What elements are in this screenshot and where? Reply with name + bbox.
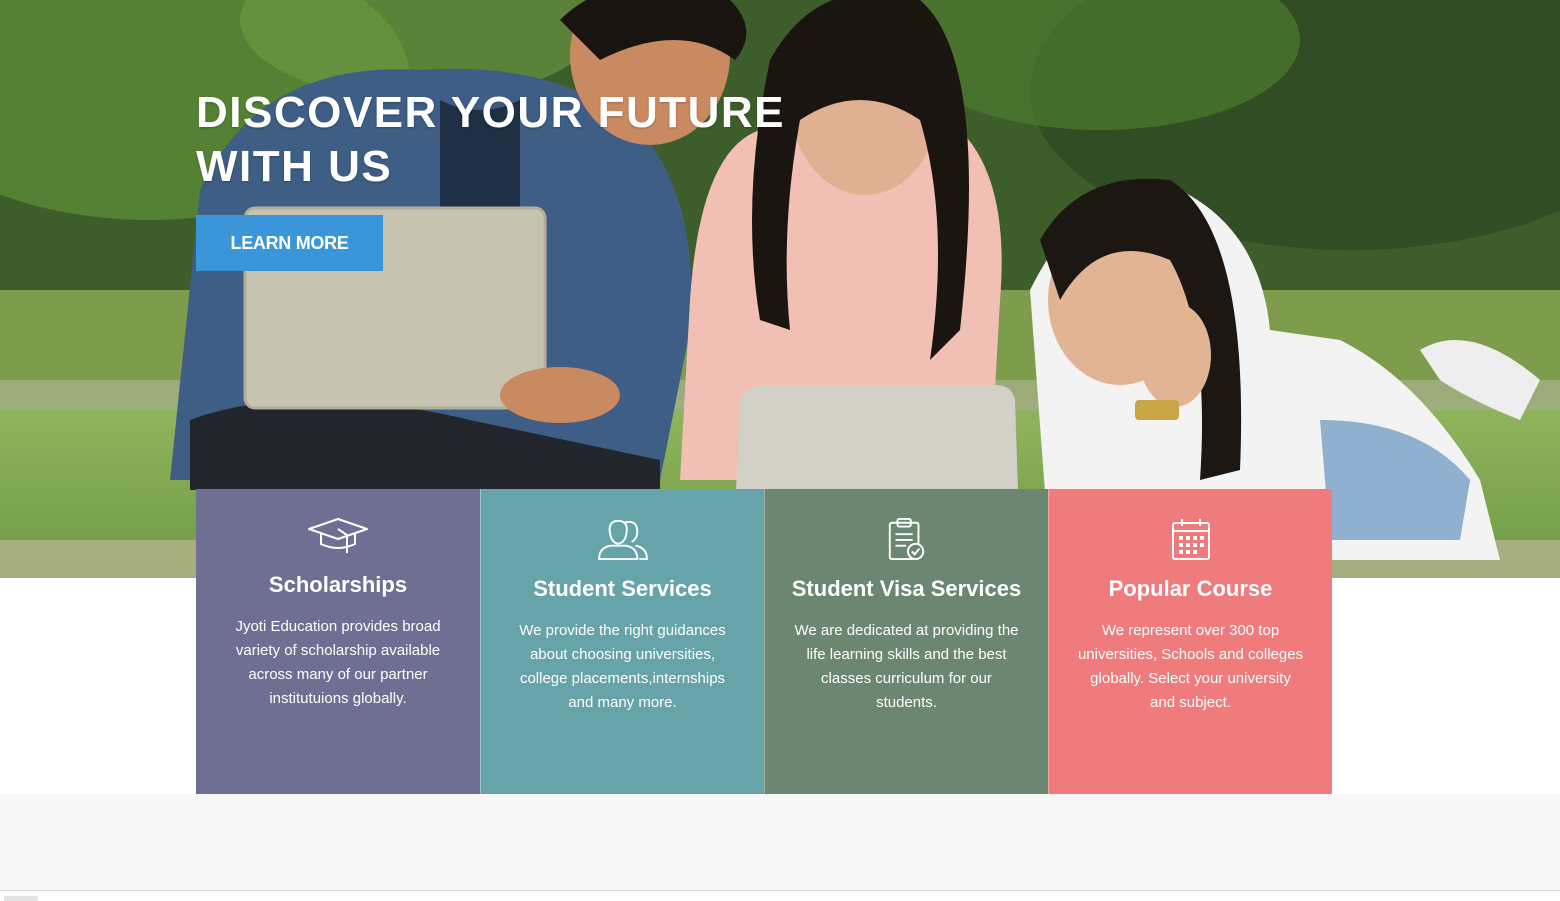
scroll-tab — [4, 896, 38, 901]
card-student-visa-services[interactable]: Student Visa Services We are dedicated a… — [764, 489, 1048, 794]
card-title: Popular Course — [1108, 576, 1273, 601]
lower-section — [0, 794, 1560, 890]
calendar-icon — [1171, 519, 1210, 560]
card-student-services[interactable]: Student Services We provide the right gu… — [480, 489, 764, 794]
hero-title-line2: WITH US — [196, 142, 393, 191]
divider — [0, 890, 1560, 891]
graduation-cap-icon — [308, 518, 368, 553]
card-popular-course[interactable]: Popular Course We represent over 300 top… — [1048, 489, 1332, 794]
card-text: We are dedicated at providing the life l… — [794, 622, 1019, 711]
card-scholarships[interactable]: Scholarships Jyoti Education provides br… — [196, 489, 480, 794]
clipboard-check-icon — [888, 517, 924, 561]
card-text: We provide the right guidances about cho… — [519, 622, 726, 711]
card-text: We represent over 300 top universities, … — [1077, 622, 1304, 711]
card-text: Jyoti Education provides broad variety o… — [235, 618, 441, 707]
card-title: Scholarships — [268, 572, 408, 597]
hero-title: DISCOVER YOUR FUTURE WITH US — [196, 86, 796, 194]
page: DISCOVER YOUR FUTURE WITH US LEARN MORE … — [0, 0, 1560, 901]
hero-title-line1: DISCOVER YOUR FUTURE — [196, 88, 786, 137]
users-icon — [597, 519, 648, 561]
card-title: Student Visa Services — [791, 576, 1022, 601]
service-cards: Scholarships Jyoti Education provides br… — [196, 489, 1332, 794]
learn-more-button[interactable]: LEARN MORE — [196, 215, 383, 271]
card-title: Student Services — [533, 576, 712, 601]
